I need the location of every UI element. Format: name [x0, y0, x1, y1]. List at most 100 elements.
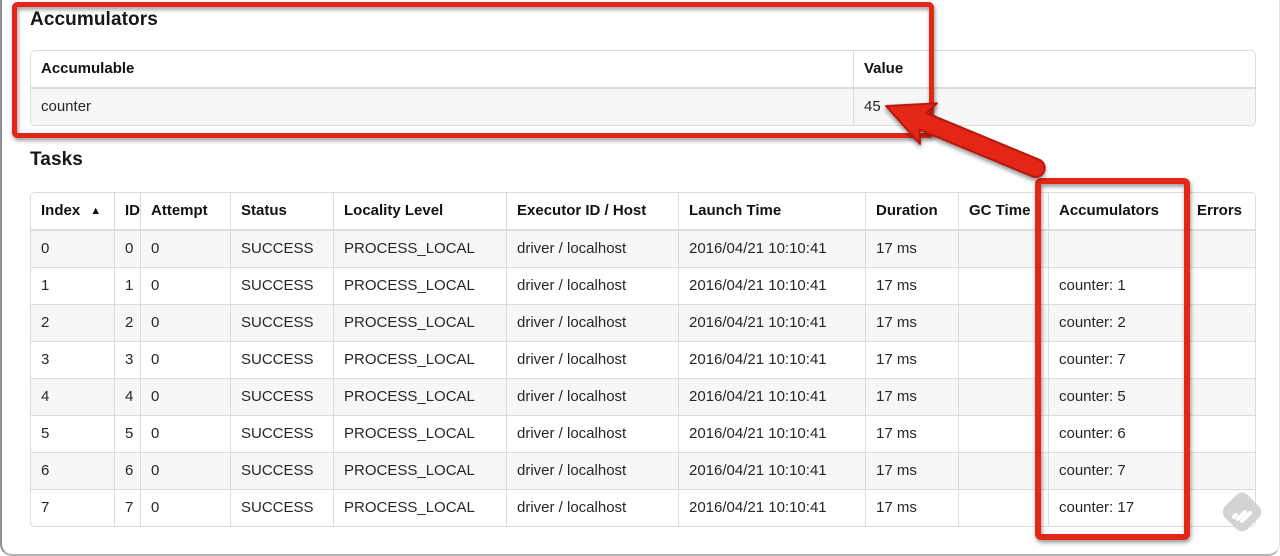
cell-locality-level: PROCESS_LOCAL — [333, 415, 506, 452]
cell-locality-level: PROCESS_LOCAL — [333, 452, 506, 489]
cell-gc-time — [958, 341, 1048, 378]
column-header-label: Value — [864, 60, 904, 77]
cell-locality-level: PROCESS_LOCAL — [333, 489, 506, 526]
cell-attempt: 0 — [140, 378, 230, 415]
table-row: 4 4 0 SUCCESS PROCESS_LOCAL driver / localhos… — [31, 378, 1255, 415]
cell-index: 6 — [31, 452, 114, 489]
cell-errors — [1186, 267, 1255, 304]
cell-executor-id-host: driver / localhost — [506, 489, 678, 526]
column-header-id[interactable]: ID — [114, 193, 140, 231]
column-header-accumulable[interactable]: Accumulable — [31, 51, 853, 89]
cell-index: 7 — [31, 489, 114, 526]
cell-accumulators: counter: 17 — [1048, 489, 1186, 526]
cell-id: 1 — [114, 267, 140, 304]
column-header-label: Attempt — [151, 202, 208, 219]
cell-duration: 17 ms — [865, 267, 958, 304]
column-header-label: Accumulators — [1059, 202, 1160, 219]
cell-accumulators: counter: 2 — [1048, 304, 1186, 341]
column-header-label: Accumulable — [41, 60, 135, 77]
column-header-launch-time[interactable]: Launch Time — [678, 193, 865, 231]
cell-locality-level: PROCESS_LOCAL — [333, 378, 506, 415]
cell-id: 6 — [114, 452, 140, 489]
cell-status: SUCCESS — [230, 267, 333, 304]
cell-id: 2 — [114, 304, 140, 341]
table-row: 7 7 0 SUCCESS PROCESS_LOCAL driver / localhos… — [31, 489, 1255, 526]
column-header-value[interactable]: Value — [853, 51, 1255, 89]
cell-gc-time — [958, 452, 1048, 489]
column-header-label: Index — [41, 202, 81, 219]
column-header-duration[interactable]: Duration — [865, 193, 958, 231]
cell-status: SUCCESS — [230, 341, 333, 378]
cell-attempt: 0 — [140, 231, 230, 267]
cell-locality-level: PROCESS_LOCAL — [333, 304, 506, 341]
cell-launch-time: 2016/04/21 10:10:41 — [678, 415, 865, 452]
cell-duration: 17 ms — [865, 341, 958, 378]
column-header-locality-level[interactable]: Locality Level — [333, 193, 506, 231]
accumulators-table: Accumulable Value counter 45 — [30, 50, 1256, 126]
cell-status: SUCCESS — [230, 378, 333, 415]
cell-errors — [1186, 489, 1255, 526]
cell-gc-time — [958, 304, 1048, 341]
cell-status: SUCCESS — [230, 304, 333, 341]
cell-launch-time: 2016/04/21 10:10:41 — [678, 267, 865, 304]
cell-gc-time — [958, 231, 1048, 267]
column-header-label: ID — [125, 202, 140, 219]
cell-errors — [1186, 378, 1255, 415]
cell-locality-level: PROCESS_LOCAL — [333, 267, 506, 304]
column-header-label: Status — [241, 202, 287, 219]
cell-accumulable: counter — [31, 89, 853, 125]
cell-launch-time: 2016/04/21 10:10:41 — [678, 378, 865, 415]
column-header-accumulators[interactable]: Accumulators — [1048, 193, 1186, 231]
cell-status: SUCCESS — [230, 489, 333, 526]
cell-index: 1 — [31, 267, 114, 304]
cell-executor-id-host: driver / localhost — [506, 341, 678, 378]
accumulators-section-title: Accumulators — [30, 9, 158, 30]
cell-accumulators: counter: 1 — [1048, 267, 1186, 304]
cell-value: 45 — [853, 89, 1255, 125]
cell-index: 2 — [31, 304, 114, 341]
cell-executor-id-host: driver / localhost — [506, 304, 678, 341]
column-header-index[interactable]: Index ▲ — [31, 193, 114, 231]
cell-attempt: 0 — [140, 341, 230, 378]
column-header-label: Duration — [876, 202, 938, 219]
column-header-label: Errors — [1197, 202, 1243, 219]
cell-attempt: 0 — [140, 267, 230, 304]
cell-accumulators: counter: 7 — [1048, 452, 1186, 489]
header-row: Index ▲ ID Attempt Status Locality Level Execu… — [31, 193, 1255, 231]
cell-id: 5 — [114, 415, 140, 452]
column-header-label: Launch Time — [689, 202, 782, 219]
table-row: 2 2 0 SUCCESS PROCESS_LOCAL driver / localhos… — [31, 304, 1255, 341]
cell-gc-time — [958, 415, 1048, 452]
cell-index: 5 — [31, 415, 114, 452]
cell-id: 0 — [114, 231, 140, 267]
column-header-status[interactable]: Status — [230, 193, 333, 231]
spark-stage-details-page: Accumulators Accumulable Value counter 45 T… — [0, 0, 1280, 556]
column-header-errors[interactable]: Errors — [1186, 193, 1255, 231]
cell-errors — [1186, 304, 1255, 341]
cell-locality-level: PROCESS_LOCAL — [333, 341, 506, 378]
cell-gc-time — [958, 267, 1048, 304]
table-row: counter 45 — [31, 89, 1255, 125]
cell-duration: 17 ms — [865, 304, 958, 341]
sort-ascending-icon: ▲ — [90, 205, 102, 217]
cell-executor-id-host: driver / localhost — [506, 415, 678, 452]
cell-attempt: 0 — [140, 452, 230, 489]
cell-launch-time: 2016/04/21 10:10:41 — [678, 489, 865, 526]
cell-attempt: 0 — [140, 415, 230, 452]
cell-index: 0 — [31, 231, 114, 267]
cell-executor-id-host: driver / localhost — [506, 452, 678, 489]
cell-index: 4 — [31, 378, 114, 415]
cell-errors — [1186, 452, 1255, 489]
table-row: 5 5 0 SUCCESS PROCESS_LOCAL driver / localhos… — [31, 415, 1255, 452]
cell-index: 3 — [31, 341, 114, 378]
cell-status: SUCCESS — [230, 231, 333, 267]
column-header-label: Locality Level — [344, 202, 444, 219]
cell-duration: 17 ms — [865, 452, 958, 489]
column-header-gc-time[interactable]: GC Time — [958, 193, 1048, 231]
cell-duration: 17 ms — [865, 415, 958, 452]
column-header-executor-id-host[interactable]: Executor ID / Host — [506, 193, 678, 231]
column-header-attempt[interactable]: Attempt — [140, 193, 230, 231]
cell-accumulators: counter: 7 — [1048, 341, 1186, 378]
cell-duration: 17 ms — [865, 231, 958, 267]
cell-attempt: 0 — [140, 489, 230, 526]
